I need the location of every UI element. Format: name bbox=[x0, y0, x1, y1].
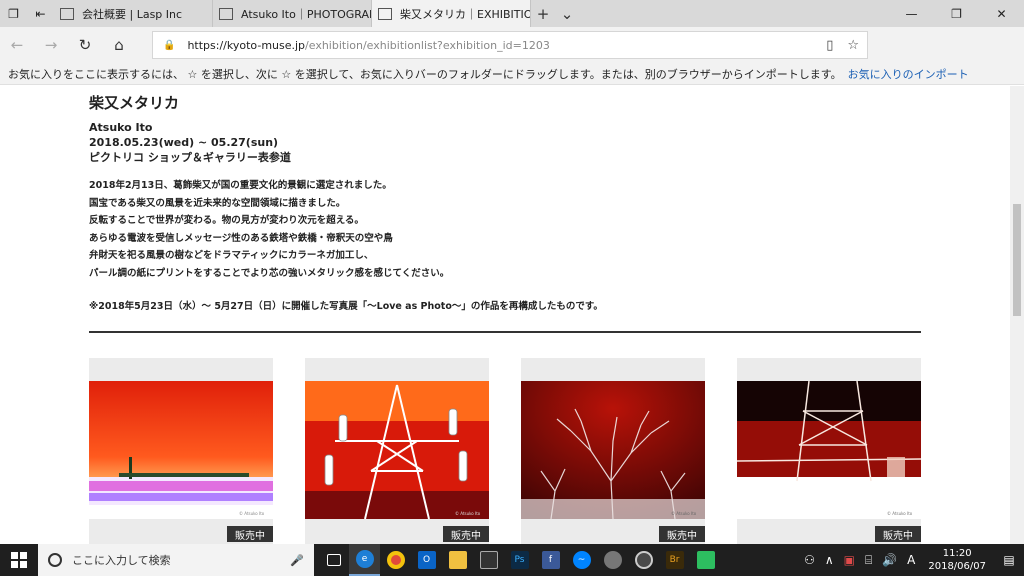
works-grid: © Atsuko Ito 販売中 © Atsuko Ito 販売中 © Atsu… bbox=[89, 358, 923, 544]
forward-icon[interactable]: → bbox=[34, 27, 68, 63]
artist-name: Atsuko Ito bbox=[89, 121, 153, 134]
work-thumbnail[interactable]: © Atsuko Ito bbox=[89, 381, 273, 519]
tab-preview-chevron-icon[interactable]: ⌄ bbox=[555, 0, 579, 27]
tab-company[interactable]: 会社概要 | Lasp Inc bbox=[54, 0, 213, 27]
exhibition-note: ※2018年5月23日（水）～ 5月27日（日）に開催した写真展「～Love a… bbox=[89, 301, 603, 312]
lock-icon: 🔒 bbox=[163, 39, 176, 51]
weather-app-icon[interactable] bbox=[597, 544, 628, 576]
address-bar: ← → ↻ ⌂ 🔒 https://kyoto-muse.jp /exhibit… bbox=[0, 27, 1024, 80]
ime-indicator[interactable]: A bbox=[902, 553, 920, 567]
description-line: パール調の紙にプリントをすることでより芯の強いメタリック感を感じてください。 bbox=[89, 267, 450, 279]
task-view-icon[interactable] bbox=[318, 544, 349, 576]
description-line: あらゆる電波を受信しメッセージ性のある鉄塔や鉄橋・帝釈天の空や鳥 bbox=[89, 232, 393, 244]
evernote-app-icon[interactable] bbox=[690, 544, 721, 576]
taskbar-search-input[interactable]: ここに入力して検索 🎤 bbox=[38, 544, 314, 576]
store-app-icon[interactable] bbox=[473, 544, 504, 576]
description-line: 弁財天を祀る風景の樹などをドラマティックにカラーネガ加工し、 bbox=[89, 250, 374, 261]
url-path: /exhibition/exhibitionlist?exhibition_id… bbox=[305, 38, 550, 52]
work-caption: © Atsuko Ito bbox=[455, 511, 481, 516]
close-window-icon[interactable]: ✕ bbox=[979, 0, 1024, 27]
page-favicon-icon bbox=[219, 7, 233, 20]
app-tray-icon[interactable]: ▣ bbox=[839, 553, 860, 567]
people-icon[interactable]: ⚇ bbox=[799, 553, 820, 567]
work-caption: © Atsuko Ito bbox=[239, 511, 265, 516]
work-card[interactable]: © Atsuko Ito 販売中 bbox=[737, 358, 921, 544]
photoshop-app-icon[interactable]: Ps bbox=[504, 544, 535, 576]
chrome-app-icon[interactable] bbox=[380, 544, 411, 576]
favorite-star-icon[interactable]: ☆ bbox=[847, 38, 859, 53]
clock[interactable]: 11:20 2018/06/07 bbox=[920, 547, 994, 573]
windows-start-icon[interactable] bbox=[0, 544, 38, 576]
page-favicon-icon bbox=[378, 7, 392, 20]
description-line: 反転することで世界が変わる。物の見方が変わり次元を超える。 bbox=[89, 215, 364, 226]
exhibition-dates: 2018.05.23(wed) ~ 05.27(sun) bbox=[89, 136, 279, 149]
import-favorites-link[interactable]: お気に入りのインポート bbox=[848, 66, 969, 82]
work-thumbnail[interactable]: © Atsuko Ito bbox=[521, 381, 705, 519]
clock-date: 2018/06/07 bbox=[928, 561, 986, 572]
description-line: 2018年2月13日、葛飾柴又が国の重要文化的景観に選定されました。 bbox=[89, 180, 392, 191]
for-sale-badge: 販売中 bbox=[227, 526, 273, 542]
facebook-app-icon[interactable]: f bbox=[535, 544, 566, 576]
tab-bar: ❐ ⇤ 会社概要 | Lasp Inc Atsuko Ito｜PHOTOGRAP… bbox=[0, 0, 1024, 27]
tab-label: Atsuko Ito｜PHOTOGRAPHI bbox=[241, 7, 371, 21]
for-sale-badge: 販売中 bbox=[875, 526, 921, 542]
back-icon[interactable]: ← bbox=[0, 27, 34, 63]
minimize-icon[interactable]: — bbox=[889, 0, 934, 27]
edge-app-icon[interactable]: e bbox=[349, 544, 380, 576]
restore-icon[interactable]: ❐ bbox=[934, 0, 979, 27]
camera-app-icon[interactable] bbox=[628, 544, 659, 576]
action-center-icon[interactable]: ▤ bbox=[994, 553, 1024, 567]
scrollbar-thumb[interactable] bbox=[1013, 204, 1021, 316]
page-content: 柴又メタリカ Atsuko Ito 2018.05.23(wed) ~ 05.2… bbox=[0, 86, 1010, 544]
microphone-icon[interactable]: 🎤 bbox=[290, 554, 304, 567]
work-caption: © Atsuko Ito bbox=[887, 511, 913, 516]
work-thumbnail[interactable]: © Atsuko Ito bbox=[305, 381, 489, 519]
page-scrollbar[interactable] bbox=[1010, 86, 1024, 544]
for-sale-badge: 販売中 bbox=[659, 526, 705, 542]
url-host: https://kyoto-muse.jp bbox=[187, 38, 306, 52]
volume-icon[interactable]: 🔊 bbox=[877, 553, 902, 567]
tab-label: 柴又メタリカ｜EXHIBITIO bbox=[400, 7, 531, 21]
search-placeholder: ここに入力して検索 bbox=[72, 554, 171, 567]
exhibition-description: 2018年2月13日、葛飾柴又が国の重要文化的景観に選定されました。 国宝である… bbox=[89, 177, 921, 282]
exhibition-venue: ピクトリコ ショップ＆ギャラリー表参道 bbox=[89, 151, 291, 164]
outlook-app-icon[interactable]: O bbox=[411, 544, 442, 576]
bridge-app-icon[interactable]: Br bbox=[659, 544, 690, 576]
url-input[interactable]: 🔒 https://kyoto-muse.jp /exhibition/exhi… bbox=[152, 31, 868, 59]
file-explorer-icon[interactable] bbox=[442, 544, 473, 576]
tray-overflow-chevron-icon[interactable]: ∧ bbox=[820, 553, 839, 567]
tab-photographer[interactable]: Atsuko Ito｜PHOTOGRAPHI bbox=[213, 0, 372, 27]
home-icon[interactable]: ⌂ bbox=[102, 27, 136, 63]
cortana-icon bbox=[48, 553, 62, 567]
tab-manager-icon[interactable]: ❐ bbox=[0, 0, 27, 27]
refresh-icon[interactable]: ↻ bbox=[68, 27, 102, 63]
taskbar: ここに入力して検索 🎤 e O Ps f ~ Br ⚇ ∧ ▣ ⌸ 🔊 A 11… bbox=[0, 544, 1024, 576]
reading-view-icon[interactable]: ▯ bbox=[826, 38, 833, 53]
tab-exhibition[interactable]: 柴又メタリカ｜EXHIBITIO ✕ bbox=[372, 0, 531, 27]
work-card[interactable]: © Atsuko Ito 販売中 bbox=[89, 358, 273, 544]
messenger-app-icon[interactable]: ~ bbox=[566, 544, 597, 576]
network-icon[interactable]: ⌸ bbox=[860, 553, 877, 568]
work-caption: © Atsuko Ito bbox=[671, 511, 697, 516]
exhibition-title: 柴又メタリカ bbox=[89, 94, 180, 112]
favorites-bar-hint: お気に入りをここに表示するには、 ☆ を選択し、次に ☆ を選択して、お気に入り… bbox=[8, 67, 842, 81]
section-divider bbox=[89, 331, 921, 333]
work-card[interactable]: © Atsuko Ito 販売中 bbox=[305, 358, 489, 544]
work-card[interactable]: © Atsuko Ito 販売中 bbox=[521, 358, 705, 544]
page-favicon-icon bbox=[60, 7, 74, 20]
new-tab-icon[interactable]: + bbox=[531, 0, 555, 27]
clock-time: 11:20 bbox=[942, 548, 972, 559]
work-thumbnail[interactable]: © Atsuko Ito bbox=[737, 381, 921, 519]
description-line: 国宝である柴又の風景を近未来的な空間領域に描きました。 bbox=[89, 197, 346, 209]
for-sale-badge: 販売中 bbox=[443, 526, 489, 542]
favorites-bar: お気に入りをここに表示するには、 ☆ を選択し、次に ☆ を選択して、お気に入り… bbox=[0, 63, 1024, 85]
set-aside-tabs-icon[interactable]: ⇤ bbox=[27, 0, 54, 27]
tab-label: 会社概要 | Lasp Inc bbox=[82, 7, 183, 21]
